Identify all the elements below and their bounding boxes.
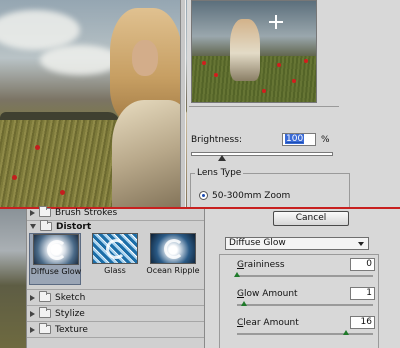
- folder-icon: [39, 307, 51, 318]
- category-brush-strokes[interactable]: Brush Strokes: [27, 205, 205, 220]
- thumb-glass[interactable]: Glass: [89, 233, 141, 285]
- graininess-slider[interactable]: [237, 275, 373, 277]
- folder-icon: [39, 291, 51, 302]
- clear-amount-input[interactable]: 16: [350, 316, 375, 329]
- category-distort[interactable]: Distort: [27, 219, 205, 234]
- panel-divider[interactable]: [180, 0, 186, 208]
- main-photo-canvas: [0, 0, 187, 208]
- category-label: Brush Strokes: [55, 207, 118, 218]
- cancel-button[interactable]: Cancel: [273, 211, 349, 226]
- flare-center-crosshair-icon[interactable]: [269, 15, 283, 29]
- brightness-value: 100: [285, 134, 305, 144]
- brightness-input[interactable]: 100: [282, 133, 316, 146]
- graininess-input[interactable]: 0: [350, 258, 375, 271]
- thumb-ocean-ripple[interactable]: Ocean Ripple: [146, 233, 200, 285]
- category-label: Stylize: [55, 308, 85, 319]
- folder-icon: [39, 206, 51, 217]
- collapse-arrow-icon: [30, 224, 36, 229]
- expand-arrow-icon: [30, 209, 35, 216]
- lens-option-label: 50-300mm Zoom: [212, 191, 291, 201]
- lens-type-label: Lens Type: [195, 168, 244, 178]
- filter-gallery: Brush Strokes Distort Diffuse Glow Glass…: [26, 206, 205, 348]
- lens-radio-50-300[interactable]: [199, 191, 208, 200]
- filter-settings-panel: Cancel Diffuse Glow Graininess 0 Glow Am…: [204, 209, 400, 348]
- graininess-slider-thumb[interactable]: [234, 272, 240, 277]
- category-label: Distort: [56, 221, 92, 232]
- lens-flare-panel: Brightness: 100 % Lens Type 50-300mm Zoo…: [187, 0, 400, 209]
- preview-image[interactable]: [191, 0, 317, 103]
- expand-arrow-icon: [30, 310, 35, 317]
- dropdown-arrow-icon: [358, 242, 364, 246]
- brightness-unit: %: [321, 135, 330, 145]
- glow-amount-slider-thumb[interactable]: [240, 301, 247, 306]
- param-label-glow-amount: Glow Amount: [237, 289, 298, 299]
- category-label: Sketch: [55, 292, 86, 303]
- clear-amount-slider[interactable]: [237, 333, 373, 335]
- brightness-label: Brightness:: [191, 135, 242, 145]
- glow-amount-slider[interactable]: [237, 304, 373, 306]
- category-texture[interactable]: Texture: [27, 322, 205, 337]
- category-stylize[interactable]: Stylize: [27, 306, 205, 321]
- category-sketch[interactable]: Sketch: [27, 290, 205, 305]
- filter-select[interactable]: Diffuse Glow: [225, 237, 369, 250]
- param-label-clear-amount: Clear Amount: [237, 318, 299, 328]
- brightness-slider-thumb[interactable]: [218, 155, 227, 161]
- filter-select-value: Diffuse Glow: [229, 238, 286, 248]
- thumb-diffuse-glow[interactable]: Diffuse Glow: [29, 233, 81, 285]
- clear-amount-slider-thumb[interactable]: [342, 330, 349, 335]
- lower-photo-strip: [0, 209, 26, 348]
- expand-arrow-icon: [30, 294, 35, 301]
- expand-arrow-icon: [30, 326, 35, 333]
- folder-icon: [40, 220, 52, 231]
- category-label: Texture: [55, 324, 88, 335]
- param-label-graininess: Graininess: [237, 260, 285, 270]
- glow-amount-input[interactable]: 1: [350, 287, 375, 300]
- thumb-label: Ocean Ripple: [146, 266, 200, 275]
- folder-icon: [39, 323, 51, 334]
- thumb-label: Diffuse Glow: [30, 267, 82, 276]
- brightness-slider[interactable]: [191, 152, 333, 156]
- thumb-label: Glass: [104, 266, 126, 275]
- filter-thumbnails: Diffuse Glow Glass Ocean Ripple: [27, 233, 205, 285]
